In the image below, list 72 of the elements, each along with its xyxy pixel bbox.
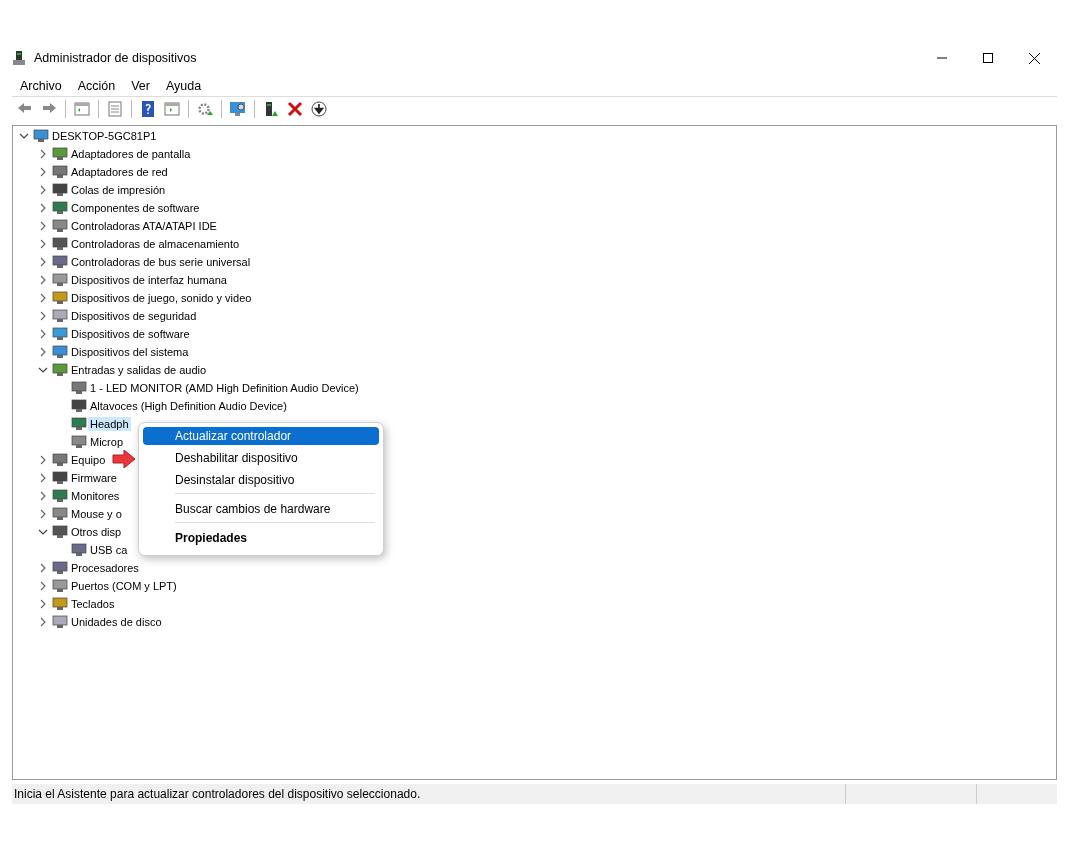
- menu-item[interactable]: Propiedades: [143, 529, 379, 547]
- device-icon: [52, 453, 68, 467]
- status-text: Inicia el Asistente para actualizar controladores del dispositivo seleccionado.: [13, 787, 422, 801]
- device-icon: [52, 327, 68, 341]
- tree-item[interactable]: Procesadores: [69, 561, 141, 575]
- menu-item[interactable]: Buscar cambios de hardware: [143, 500, 379, 518]
- tree-item[interactable]: Controladoras ATA/ATAPI IDE: [69, 219, 219, 233]
- device-icon: [52, 363, 68, 377]
- tree-item[interactable]: Adaptadores de red: [69, 165, 170, 179]
- tree-item[interactable]: Teclados: [69, 597, 117, 611]
- device-icon: [52, 291, 68, 305]
- device-icon: [52, 615, 68, 629]
- tree-item[interactable]: Dispositivos de seguridad: [69, 309, 199, 323]
- tree-item[interactable]: Mouse y o: [69, 507, 124, 521]
- tree-item[interactable]: Microp: [88, 435, 125, 449]
- pointer-arrow: [112, 450, 136, 468]
- device-icon: [52, 561, 68, 575]
- device-icon: [52, 237, 68, 251]
- device-icon: [52, 255, 68, 269]
- menu-item[interactable]: Acción: [69, 79, 124, 93]
- menu-item[interactable]: Ver: [123, 79, 158, 93]
- tree-item[interactable]: Controladoras de bus serie universal: [69, 255, 253, 269]
- tree-item[interactable]: Otros disp: [69, 525, 124, 539]
- window-title: Administrador de dispositivos: [34, 51, 197, 65]
- device-icon: [52, 219, 68, 233]
- device-icon: [52, 183, 68, 197]
- menu-item[interactable]: Deshabilitar dispositivo: [143, 449, 379, 467]
- tree-item[interactable]: Altavoces (High Definition Audio Device): [88, 399, 289, 413]
- device-icon: [52, 345, 68, 359]
- tree-item[interactable]: Monitores: [69, 489, 122, 503]
- tree-item[interactable]: Firmware: [69, 471, 119, 485]
- tree-item[interactable]: USB ca: [88, 543, 130, 557]
- device-icon: [52, 165, 68, 179]
- tree-item[interactable]: Colas de impresión: [69, 183, 168, 197]
- device-icon: [52, 489, 68, 503]
- device-icon: [52, 579, 68, 593]
- computer-icon: [12, 50, 26, 66]
- device-icon: [71, 417, 87, 431]
- tree-item[interactable]: Dispositivos de juego, sonido y video: [69, 291, 254, 305]
- device-icon: [52, 525, 68, 539]
- device-icon: [71, 435, 87, 449]
- device-icon: [52, 309, 68, 323]
- tree-item[interactable]: Unidades de disco: [69, 615, 164, 629]
- menu-item[interactable]: Archivo: [12, 79, 70, 93]
- device-icon: [52, 597, 68, 611]
- download-icon[interactable]: [308, 99, 330, 119]
- device-icon: [52, 471, 68, 485]
- device-icon: [52, 507, 68, 521]
- device-icon: [71, 399, 87, 413]
- tree-item[interactable]: Dispositivos de software: [69, 327, 192, 341]
- menu-item[interactable]: Ayuda: [158, 79, 210, 93]
- tree-item[interactable]: Controladoras de almacenamiento: [69, 237, 242, 251]
- device-icon: [52, 201, 68, 215]
- menu-item[interactable]: Desinstalar dispositivo: [143, 471, 379, 489]
- tree-item[interactable]: DESKTOP-5GC81P1: [50, 129, 159, 143]
- device-icon: [71, 381, 87, 395]
- menu-item[interactable]: Actualizar controlador: [143, 427, 379, 445]
- close-icon[interactable]: [1028, 52, 1040, 64]
- device-icon: [52, 273, 68, 287]
- tree-item[interactable]: Entradas y salidas de audio: [69, 363, 209, 377]
- tree-item[interactable]: Equipo: [69, 453, 108, 467]
- tree-item[interactable]: Puertos (COM y LPT): [69, 579, 179, 593]
- maximize-icon[interactable]: [983, 53, 993, 63]
- tree-item[interactable]: Dispositivos del sistema: [69, 345, 191, 359]
- tree-item[interactable]: Headph: [88, 417, 131, 431]
- device-icon: [33, 129, 49, 143]
- tree-item[interactable]: Componentes de software: [69, 201, 202, 215]
- device-icon: [71, 543, 87, 557]
- tree-item[interactable]: Dispositivos de interfaz humana: [69, 273, 229, 287]
- tree-item[interactable]: Adaptadores de pantalla: [69, 147, 193, 161]
- device-icon: [52, 147, 68, 161]
- tree-item[interactable]: 1 - LED MONITOR (AMD High Definition Audio Device): [88, 381, 361, 395]
